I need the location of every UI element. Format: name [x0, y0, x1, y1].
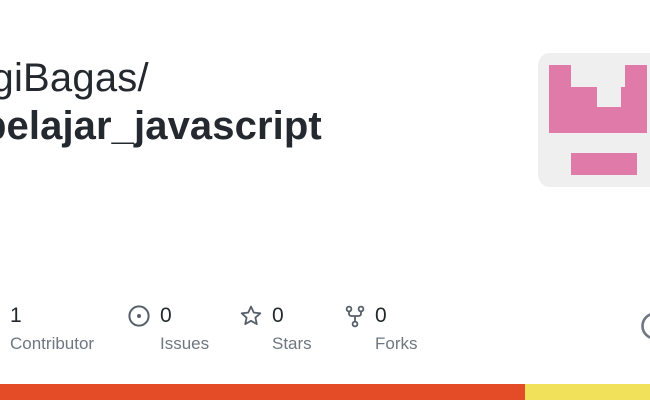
owner-avatar [538, 53, 650, 187]
github-logo-icon [641, 313, 650, 339]
forks-label: Forks [375, 334, 418, 353]
contributors-label: Contributor [10, 334, 95, 353]
identicon-image [549, 65, 647, 175]
language-segment [524, 384, 650, 400]
forks-count: 0 [375, 304, 387, 327]
people-icon [0, 304, 9, 328]
issues-count: 0 [160, 304, 172, 327]
repo-name[interactable]: belajar_javascript [0, 104, 322, 149]
stars-count: 0 [272, 304, 284, 327]
stars-label: Stars [272, 334, 312, 353]
repo-forked-icon [345, 305, 365, 328]
repo-owner[interactable]: rgiBagas/ [0, 56, 149, 101]
contributors-count: 1 [10, 304, 22, 327]
issue-opened-icon [128, 305, 150, 327]
star-icon [240, 305, 262, 325]
issues-label: Issues [160, 334, 210, 353]
language-segment [0, 384, 525, 400]
language-bar [0, 384, 650, 400]
